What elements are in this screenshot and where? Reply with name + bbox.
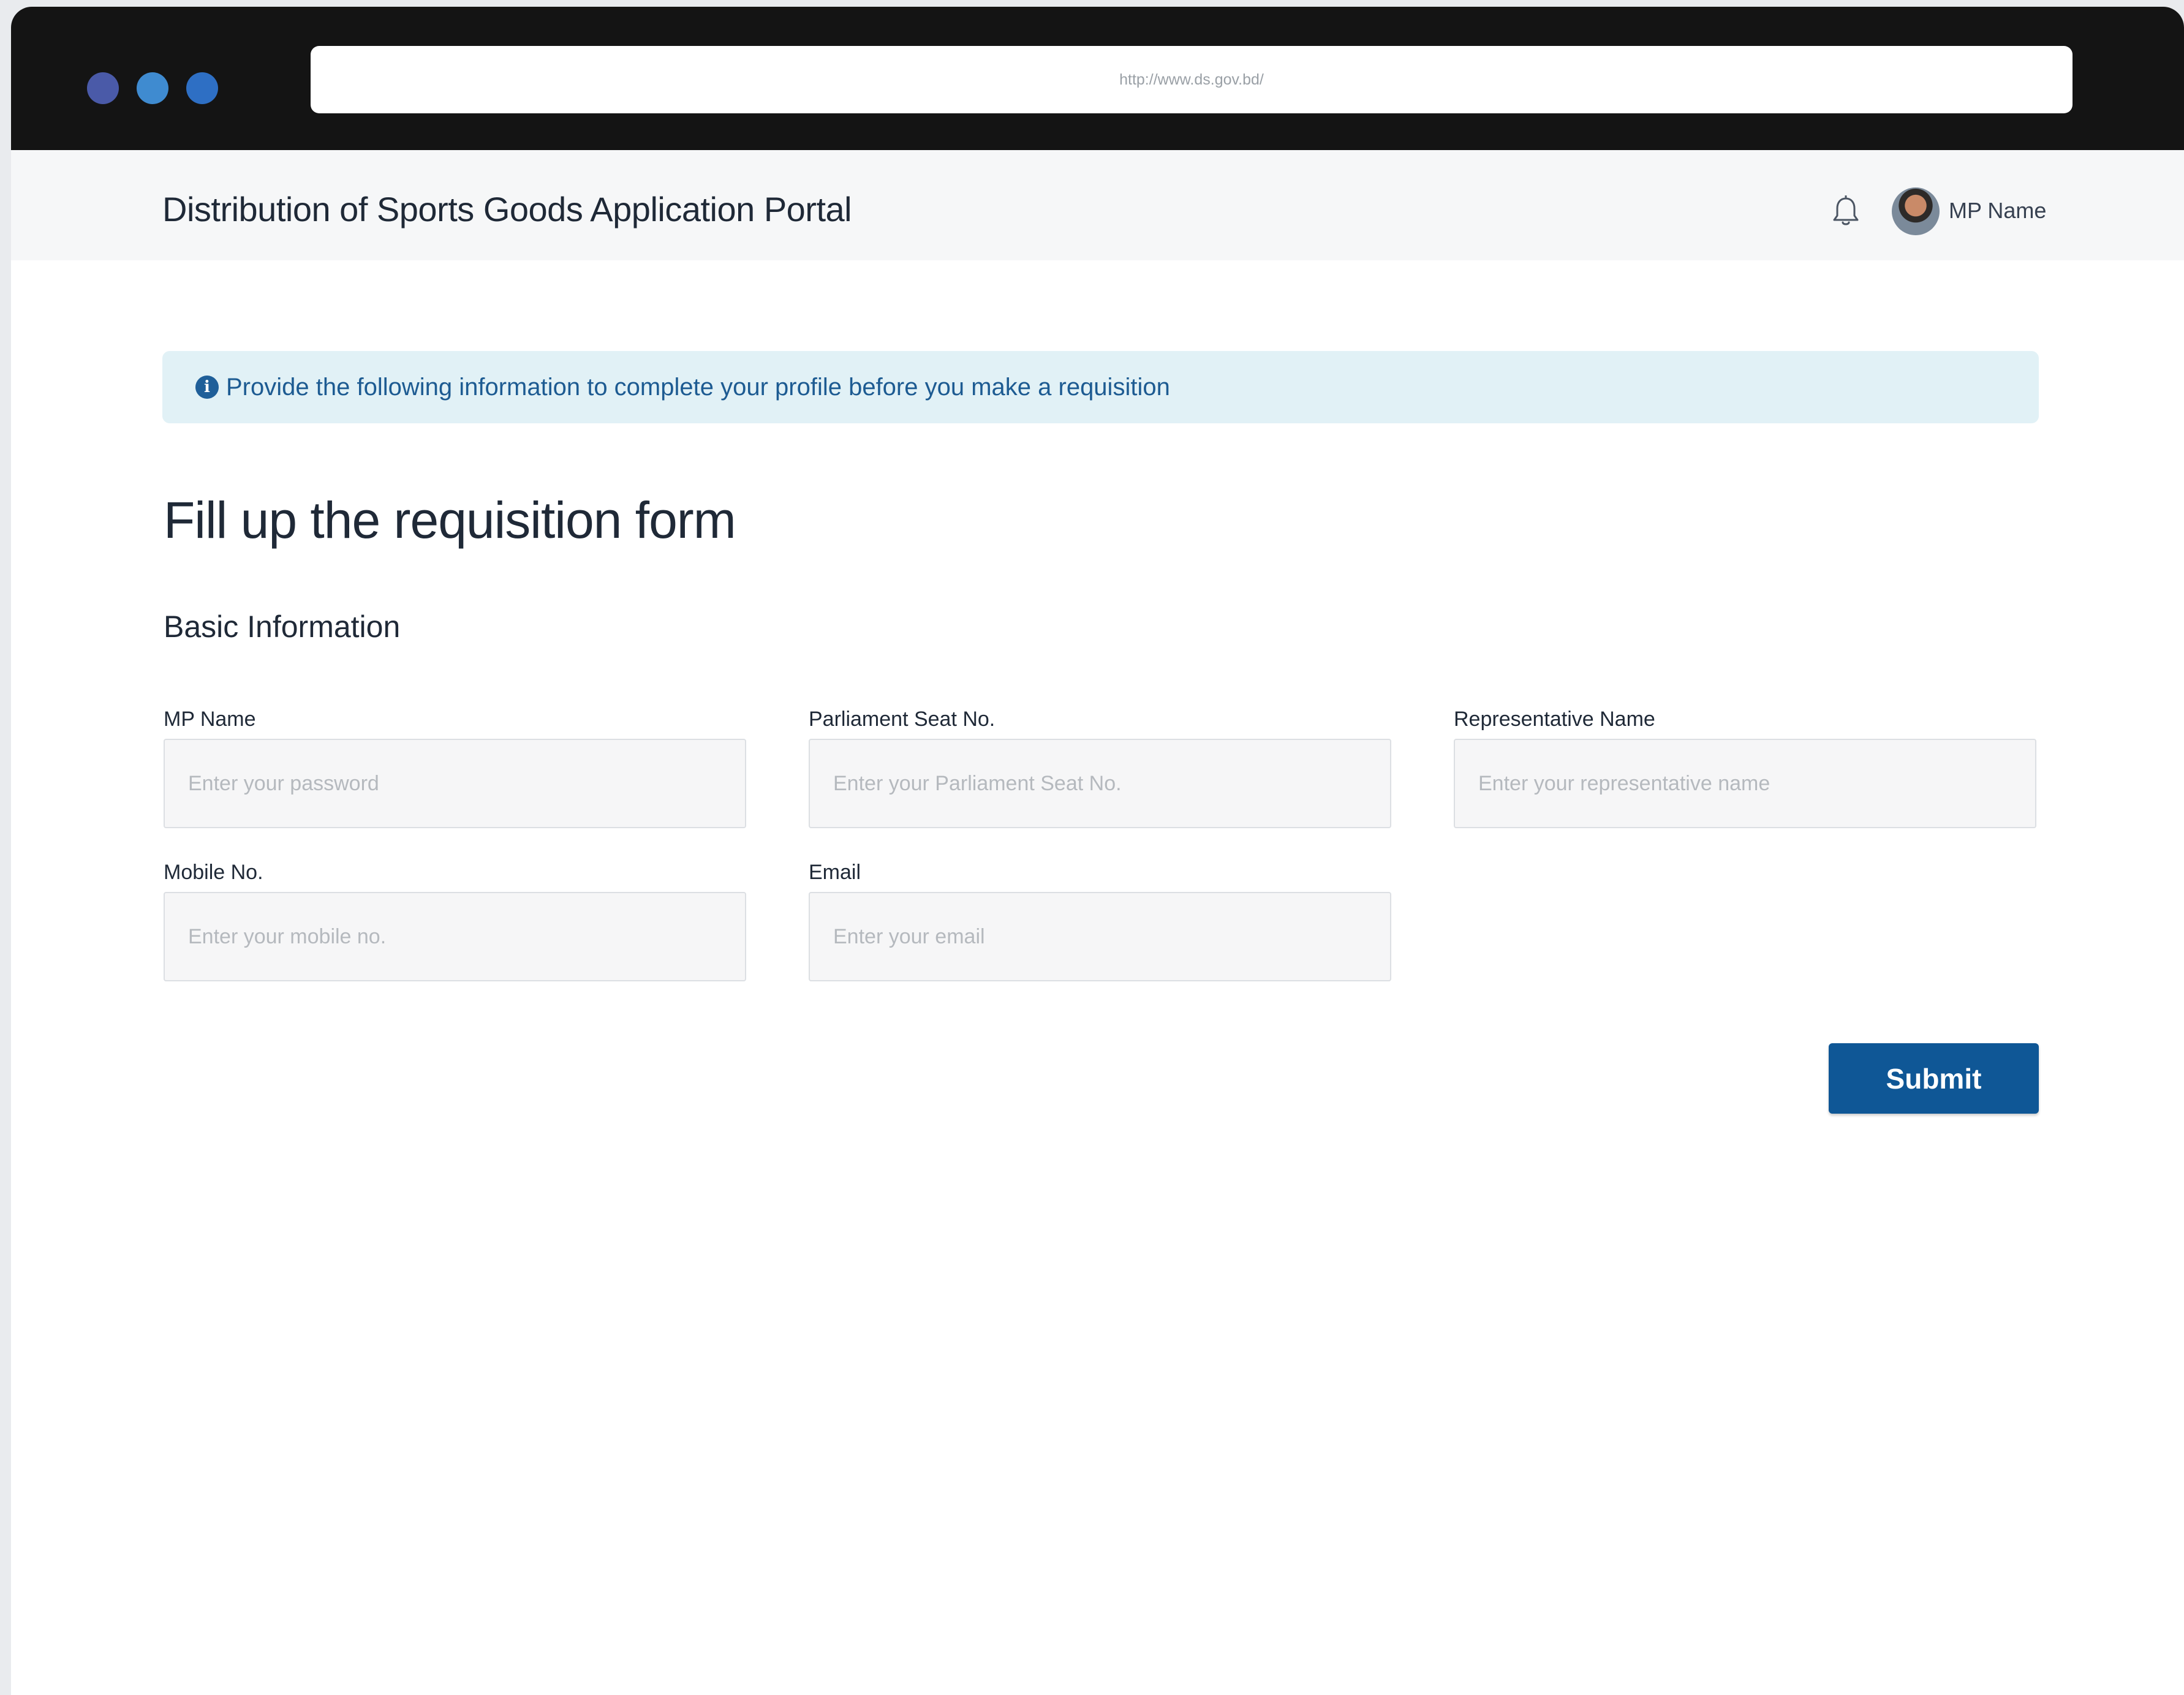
email-input[interactable] [809, 892, 1391, 981]
window-maximize-dot[interactable] [186, 72, 218, 104]
avatar[interactable] [1892, 187, 1940, 235]
parliament-seat-label: Parliament Seat No. [809, 708, 996, 731]
representative-name-label: Representative Name [1454, 708, 1655, 731]
address-bar[interactable]: http://www.ds.gov.bd/ [311, 46, 2073, 113]
parliament-seat-input[interactable] [809, 739, 1391, 828]
section-title: Basic Information [164, 610, 401, 644]
profile-info-alert: i Provide the following information to c… [162, 351, 2039, 423]
info-icon: i [195, 376, 219, 399]
page-title: Fill up the requisition form [164, 491, 736, 549]
email-label: Email [809, 861, 861, 884]
mobile-no-input[interactable] [164, 892, 746, 981]
mp-name-input[interactable] [164, 739, 746, 828]
user-name[interactable]: MP Name [1949, 198, 2046, 224]
address-bar-url: http://www.ds.gov.bd/ [1119, 70, 1264, 88]
alert-text: Provide the following information to com… [226, 373, 1170, 401]
mp-name-label: MP Name [164, 708, 256, 731]
app-header: Distribution of Sports Goods Application… [11, 150, 2184, 260]
submit-button[interactable]: Submit [1829, 1043, 2039, 1114]
browser-chrome: http://www.ds.gov.bd/ [11, 7, 2184, 150]
browser-window: http://www.ds.gov.bd/ Distribution of Sp… [11, 7, 2184, 1695]
bell-icon[interactable] [1832, 195, 1860, 227]
representative-name-input[interactable] [1454, 739, 2036, 828]
window-close-dot[interactable] [87, 72, 119, 104]
window-minimize-dot[interactable] [137, 72, 168, 104]
mobile-no-label: Mobile No. [164, 861, 263, 884]
app-title: Distribution of Sports Goods Application… [162, 190, 852, 228]
